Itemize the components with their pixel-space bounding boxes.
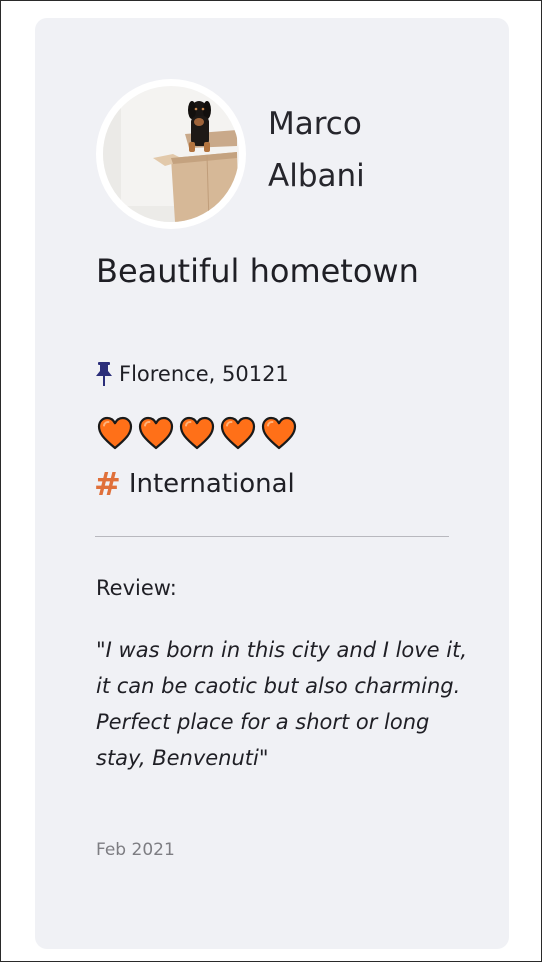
review-card: Marco Albani Beautiful hometown Florence… bbox=[35, 18, 509, 949]
heart-icon bbox=[97, 416, 133, 450]
heart-icon bbox=[220, 416, 256, 450]
location-text: Florence, 50121 bbox=[119, 362, 289, 386]
divider bbox=[95, 536, 449, 537]
user-last-name: Albani bbox=[268, 158, 365, 194]
rating-hearts bbox=[97, 416, 297, 450]
user-first-name: Marco bbox=[268, 106, 362, 142]
category-label: International bbox=[128, 469, 295, 499]
heart-icon bbox=[261, 416, 297, 450]
place-title: Beautiful hometown bbox=[96, 252, 419, 290]
heart-icon bbox=[138, 416, 174, 450]
heart-icon bbox=[179, 416, 215, 450]
avatar bbox=[96, 79, 246, 229]
hashtag-icon: # bbox=[94, 465, 121, 503]
pushpin-icon bbox=[94, 361, 114, 387]
review-date: Feb 2021 bbox=[96, 840, 175, 860]
location: Florence, 50121 bbox=[94, 358, 289, 390]
user-name: Marco Albani bbox=[268, 98, 468, 202]
dog-in-box-photo bbox=[103, 86, 239, 222]
review-text: "I was born in this city and I love it, … bbox=[96, 638, 468, 770]
review-label: Review: bbox=[96, 576, 177, 600]
category: # International bbox=[94, 464, 295, 504]
